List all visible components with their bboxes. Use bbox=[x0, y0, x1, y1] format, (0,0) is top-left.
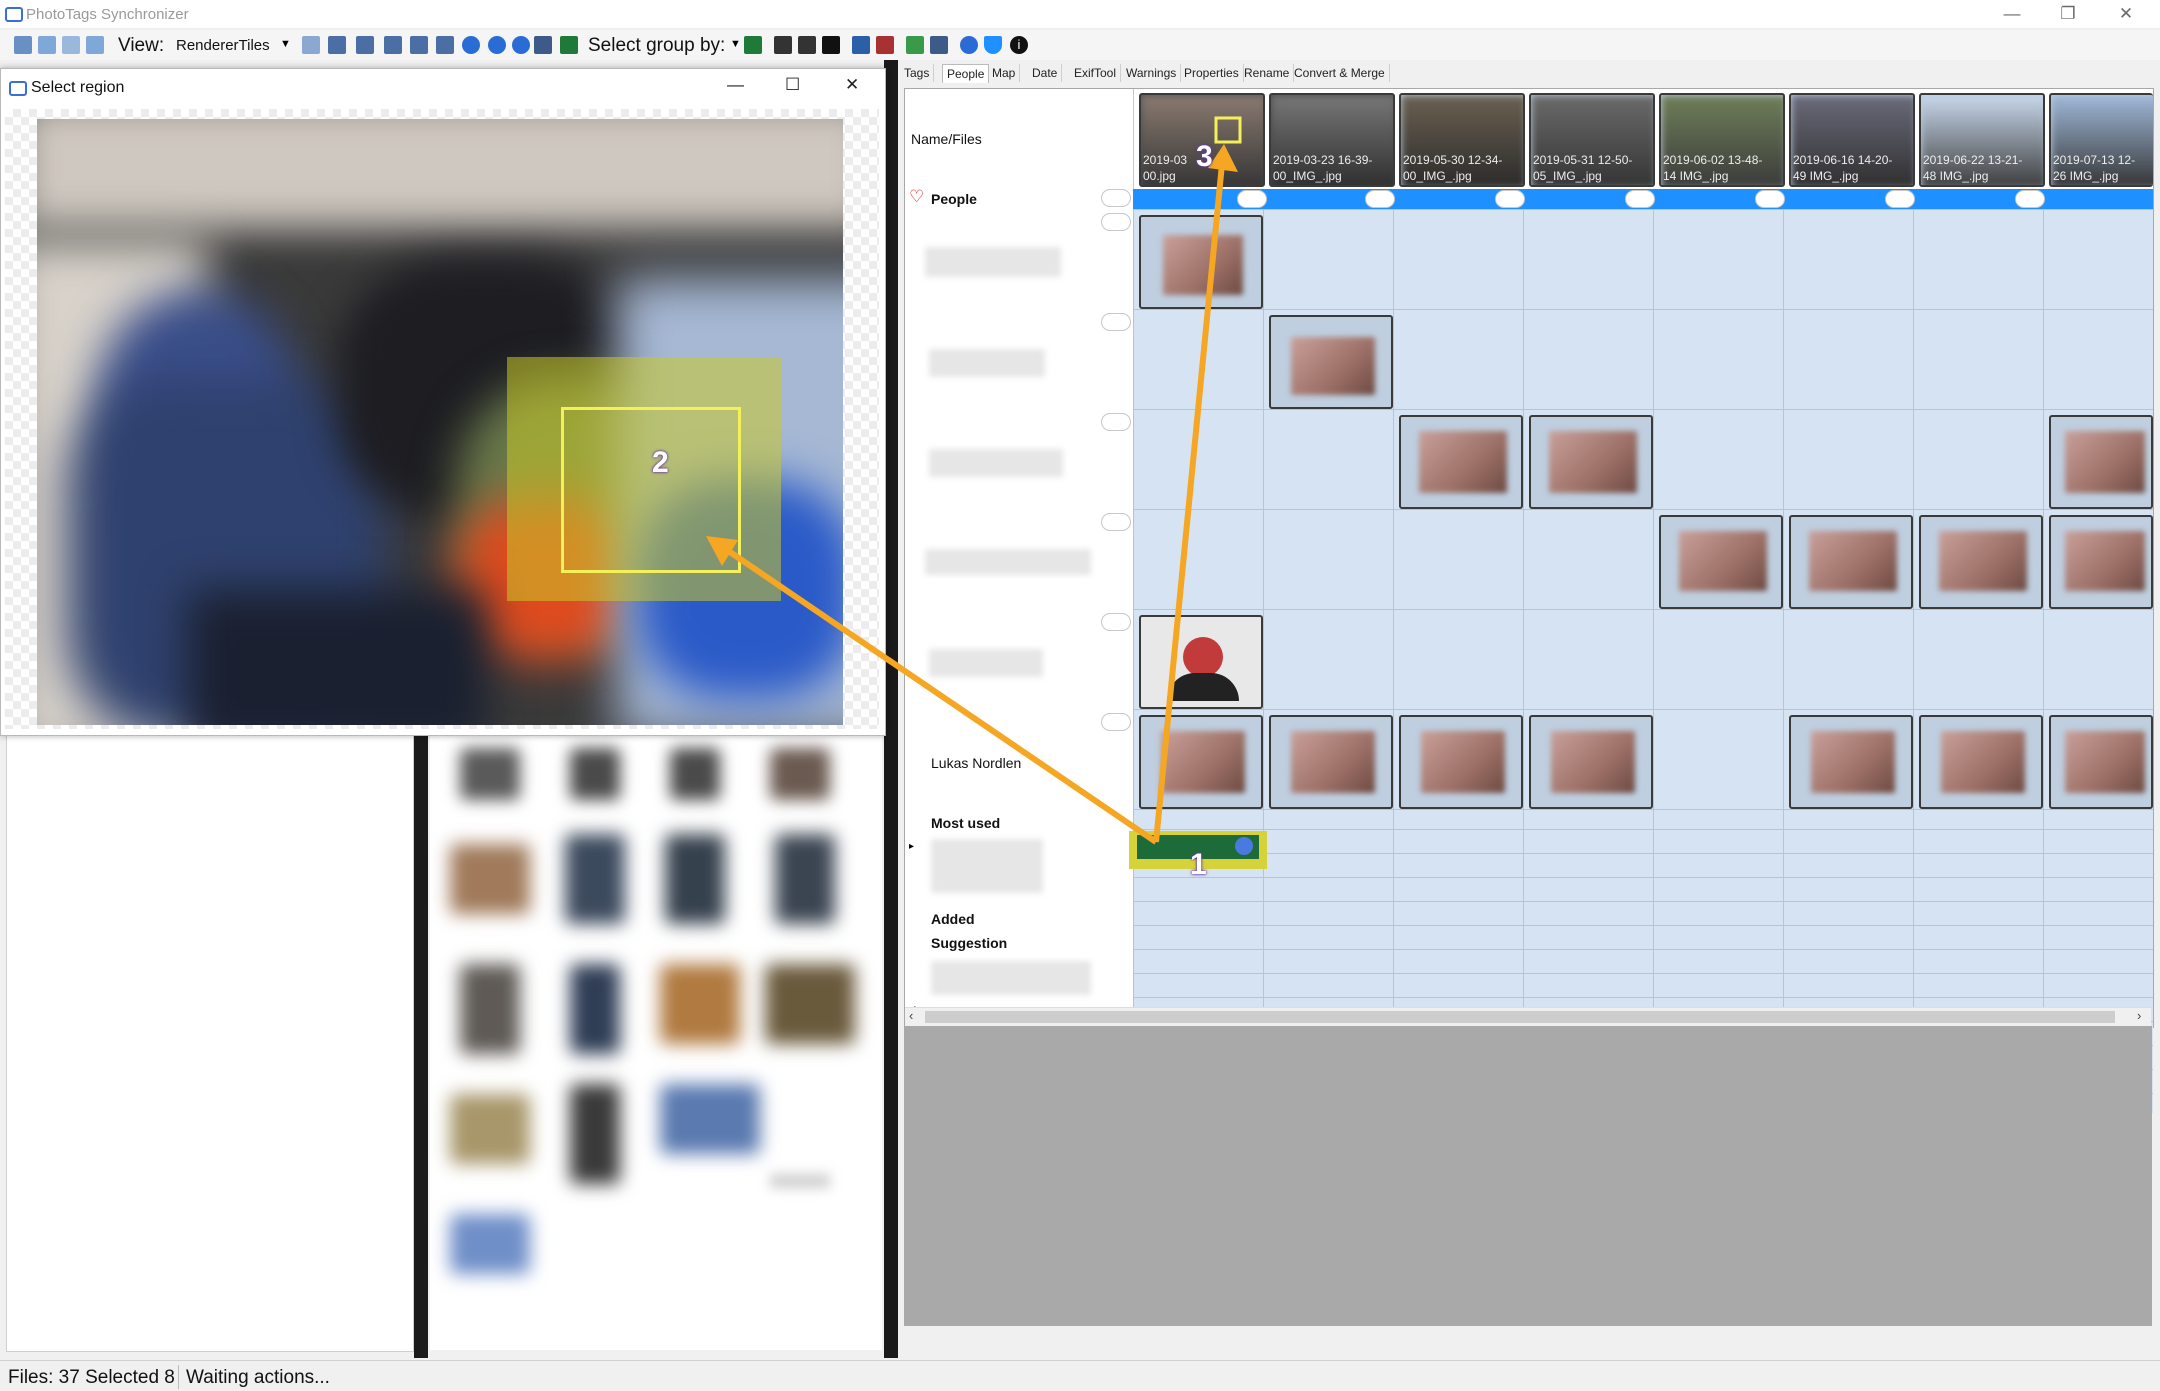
annotation-overlay bbox=[706, 116, 1242, 845]
marker-2: 2 bbox=[652, 446, 669, 479]
action-status: Waiting actions... bbox=[186, 1367, 330, 1388]
status-divider bbox=[178, 1365, 179, 1389]
marker-1: 1 bbox=[1190, 848, 1207, 881]
status-bar: Files: 37 Selected 8 Waiting actions... bbox=[0, 1360, 2160, 1391]
marker-3: 3 bbox=[1196, 140, 1213, 173]
files-status: Files: 37 Selected 8 bbox=[8, 1367, 175, 1388]
arrow-to-file bbox=[1153, 163, 1225, 843]
arrow-to-region bbox=[722, 545, 1158, 845]
file-region-box bbox=[1214, 116, 1242, 144]
